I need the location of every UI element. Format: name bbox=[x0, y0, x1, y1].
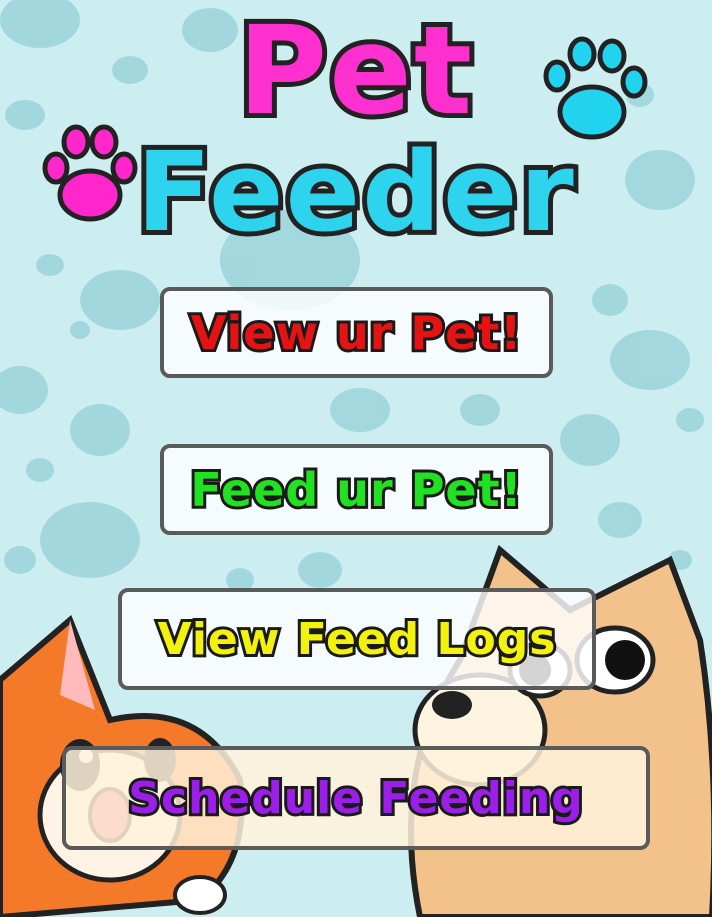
feed-pet-button[interactable]: Feed ur Pet! bbox=[160, 444, 553, 535]
app-title-line2: Feeder bbox=[131, 127, 579, 257]
view-feed-logs-label: View Feed Logs bbox=[155, 611, 559, 668]
schedule-feeding-label: Schedule Feeding bbox=[125, 770, 585, 827]
feed-pet-label: Feed ur Pet! bbox=[187, 460, 524, 520]
view-pet-button[interactable]: View ur Pet! bbox=[160, 287, 553, 378]
app-title-line1: Pet bbox=[233, 0, 477, 142]
view-feed-logs-button[interactable]: View Feed Logs bbox=[118, 588, 596, 690]
view-pet-label: View ur Pet! bbox=[188, 303, 525, 363]
schedule-feeding-button[interactable]: Schedule Feeding bbox=[62, 746, 650, 850]
dog-illustration bbox=[408, 544, 712, 917]
